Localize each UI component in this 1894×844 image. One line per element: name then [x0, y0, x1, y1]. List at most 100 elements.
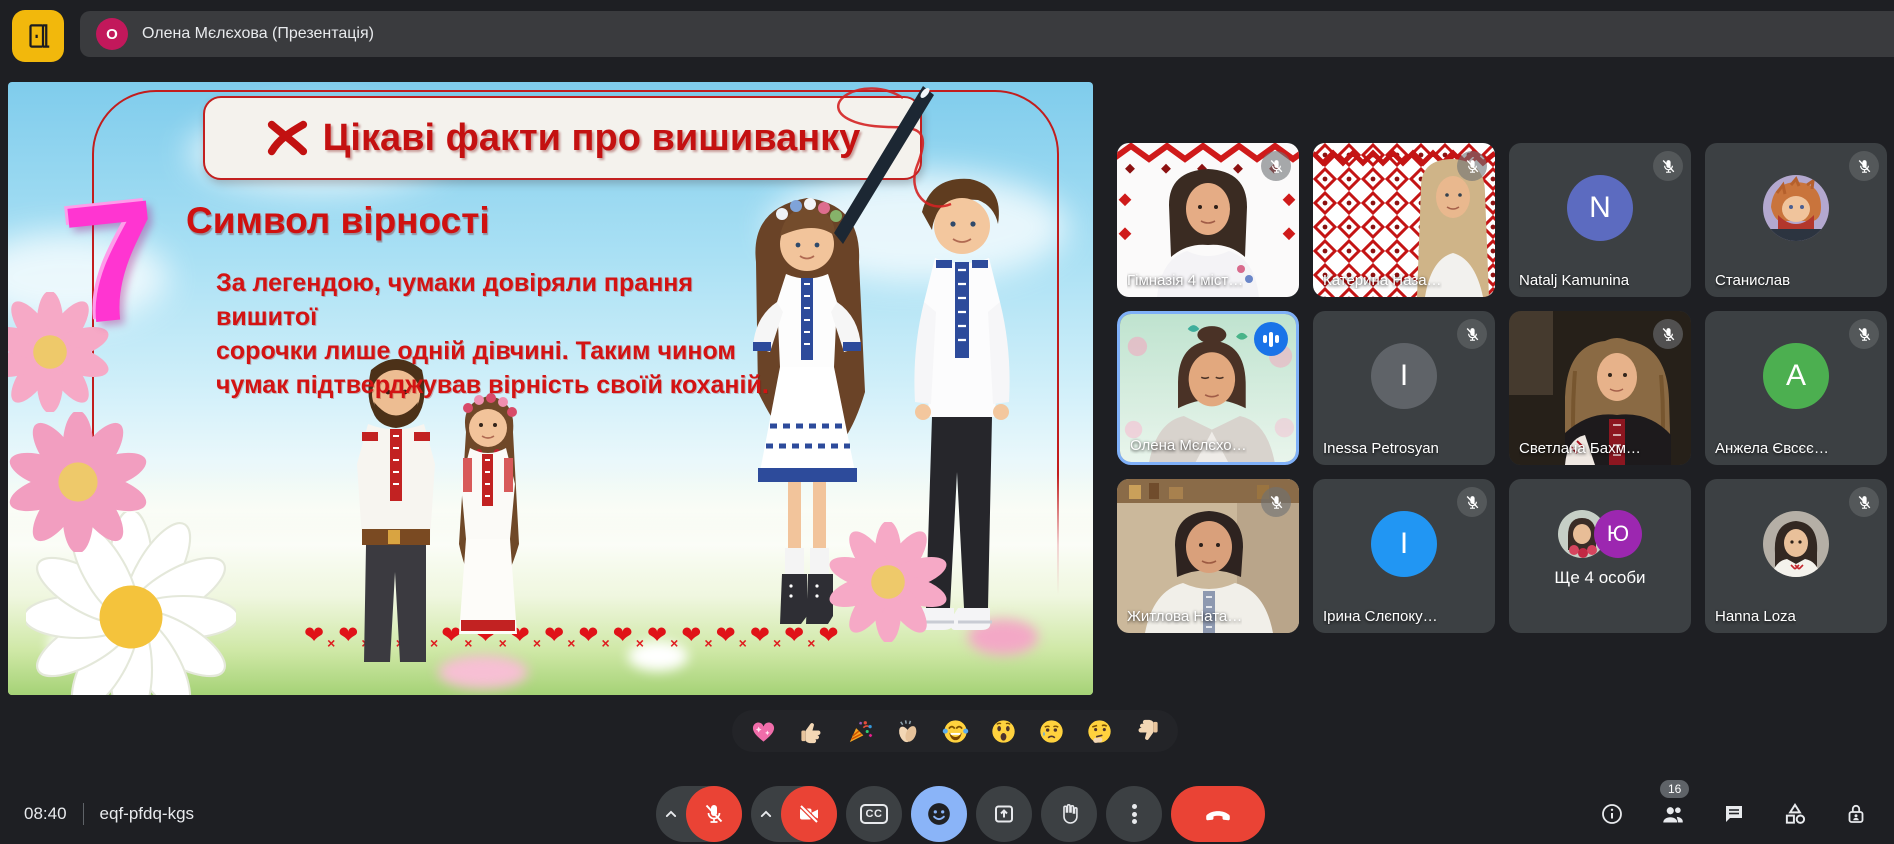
speaking-indicator	[1254, 322, 1288, 356]
presentation-title: Олена Мєлєхова (Презентація)	[142, 25, 374, 43]
participant-name: Hanna Loza	[1715, 608, 1796, 625]
meeting-details-button[interactable]	[1588, 790, 1636, 838]
reaction-sparkling-heart[interactable]	[748, 716, 778, 746]
info-icon	[1600, 802, 1624, 826]
chat-icon	[1722, 802, 1746, 826]
end-call-icon	[1204, 800, 1232, 828]
participant-tile[interactable]: I Inessa Petrosyan	[1313, 311, 1495, 465]
presentation-chip[interactable]: О Олена Мєлєхова (Презентація)	[80, 11, 1894, 57]
photo-avatar	[1763, 175, 1829, 241]
reaction-face-with-tears-of-joy[interactable]	[940, 716, 970, 746]
party-popper-icon	[846, 718, 873, 745]
smiley-icon	[926, 801, 952, 827]
tears-of-joy-icon	[942, 718, 969, 745]
raise-hand-button[interactable]	[1041, 786, 1097, 842]
participant-count-badge: 16	[1660, 780, 1689, 798]
participant-name: Станислав	[1715, 272, 1790, 289]
cross-stitch-icon	[265, 118, 309, 158]
chat-button[interactable]	[1710, 790, 1758, 838]
clock: 08:40	[24, 804, 67, 824]
door-extension-button[interactable]	[12, 10, 64, 62]
fact-number: 7	[57, 174, 167, 351]
mic-muted-indicator	[1261, 151, 1291, 181]
mic-muted-indicator	[1653, 151, 1683, 181]
activities-button[interactable]	[1771, 790, 1819, 838]
mic-options-chevron[interactable]	[656, 804, 686, 824]
needle-icon	[803, 82, 963, 258]
participant-tile[interactable]: N Natalj Kamunina	[1509, 143, 1691, 297]
overflow-count-label: Ще 4 особи	[1509, 568, 1691, 588]
participant-name: Гімназія 4 міст…	[1127, 272, 1243, 289]
reaction-clapping-hands[interactable]	[892, 716, 922, 746]
participant-tile[interactable]: Житлова Ната…	[1117, 479, 1299, 633]
participant-tile[interactable]: Катерина Наза…	[1313, 143, 1495, 297]
host-controls-button[interactable]	[1832, 790, 1880, 838]
clapping-hands-icon	[894, 718, 921, 745]
participant-tile[interactable]: I Ірина Слєпоку…	[1313, 479, 1495, 633]
captions-button[interactable]: CC	[846, 786, 902, 842]
captions-icon: CC	[860, 804, 889, 824]
meeting-code: eqf-pfdq-kgs	[100, 804, 195, 824]
participant-tile[interactable]: Hanna Loza	[1705, 479, 1887, 633]
letter-avatar: A	[1763, 343, 1829, 409]
mic-muted-indicator	[1261, 487, 1291, 517]
participant-tile-active-speaker[interactable]: Олена Мєлєхо…	[1117, 311, 1299, 465]
surprised-face-icon	[990, 718, 1017, 745]
reaction-thinking-face[interactable]	[1084, 716, 1114, 746]
participant-name: Светлана Бахм…	[1519, 440, 1641, 457]
reaction-surprised-face[interactable]	[988, 716, 1018, 746]
present-icon	[992, 802, 1016, 826]
letter-avatar: I	[1371, 511, 1437, 577]
participant-tile[interactable]: Гімназія 4 міст…	[1117, 143, 1299, 297]
participants-button[interactable]: 16	[1649, 790, 1697, 838]
hand-icon	[1057, 802, 1081, 826]
more-options-button[interactable]	[1106, 786, 1162, 842]
camera-options-chevron[interactable]	[751, 804, 781, 824]
participant-name: Житлова Ната…	[1127, 608, 1242, 625]
reaction-party-popper[interactable]	[844, 716, 874, 746]
presentation-stage[interactable]: Цікаві факти про вишиванку 7 Символ вірн…	[8, 82, 1093, 695]
reactions-toggle-button[interactable]	[911, 786, 967, 842]
overflow-avatars: Ю	[1558, 510, 1642, 558]
reaction-thumbs-up[interactable]	[796, 716, 826, 746]
thinking-face-icon	[1086, 718, 1113, 745]
end-call-button[interactable]	[1171, 786, 1265, 842]
mic-muted-indicator	[1849, 319, 1879, 349]
participant-name: Natalj Kamunina	[1519, 272, 1629, 289]
mic-muted-indicator	[1849, 487, 1879, 517]
camera-control-group[interactable]	[751, 786, 837, 842]
divider	[83, 803, 84, 825]
mic-control-group[interactable]	[656, 786, 742, 842]
participant-name: Inessa Petrosyan	[1323, 440, 1439, 457]
reactions-bar	[732, 710, 1178, 752]
call-controls: CC	[656, 786, 1265, 842]
participant-name: Анжела Євсєє…	[1715, 440, 1829, 457]
participant-name: Олена Мєлєхо…	[1130, 437, 1247, 454]
pink-daisy-flower	[828, 522, 948, 642]
reaction-thumbs-down[interactable]	[1132, 716, 1162, 746]
mic-muted-indicator	[1457, 487, 1487, 517]
pink-daisy-flower	[8, 412, 148, 552]
present-button[interactable]	[976, 786, 1032, 842]
letter-avatar: I	[1371, 343, 1437, 409]
participant-name: Ірина Слєпоку…	[1323, 608, 1438, 625]
door-icon	[23, 21, 53, 51]
camera-off-button[interactable]	[781, 786, 837, 842]
right-toolbar: 16	[1588, 786, 1880, 842]
slide-title: Цікаві факти про вишиванку	[323, 117, 861, 160]
mic-off-button[interactable]	[686, 786, 742, 842]
letter-avatar: Ю	[1594, 510, 1642, 558]
crying-face-icon	[1038, 718, 1065, 745]
overflow-participants-tile[interactable]: Ю Ще 4 особи	[1509, 479, 1691, 633]
mic-muted-indicator	[1849, 151, 1879, 181]
participant-name: Катерина Наза…	[1323, 272, 1442, 289]
reaction-crying-face[interactable]	[1036, 716, 1066, 746]
meeting-meta: 08:40 eqf-pfdq-kgs	[24, 786, 194, 842]
letter-avatar: N	[1567, 175, 1633, 241]
participant-tile[interactable]: Станислав	[1705, 143, 1887, 297]
slide-heading: Символ вірності	[186, 200, 490, 242]
mic-muted-indicator	[1653, 319, 1683, 349]
people-icon	[1660, 801, 1686, 827]
participant-tile[interactable]: A Анжела Євсєє…	[1705, 311, 1887, 465]
participant-tile[interactable]: Светлана Бахм…	[1509, 311, 1691, 465]
